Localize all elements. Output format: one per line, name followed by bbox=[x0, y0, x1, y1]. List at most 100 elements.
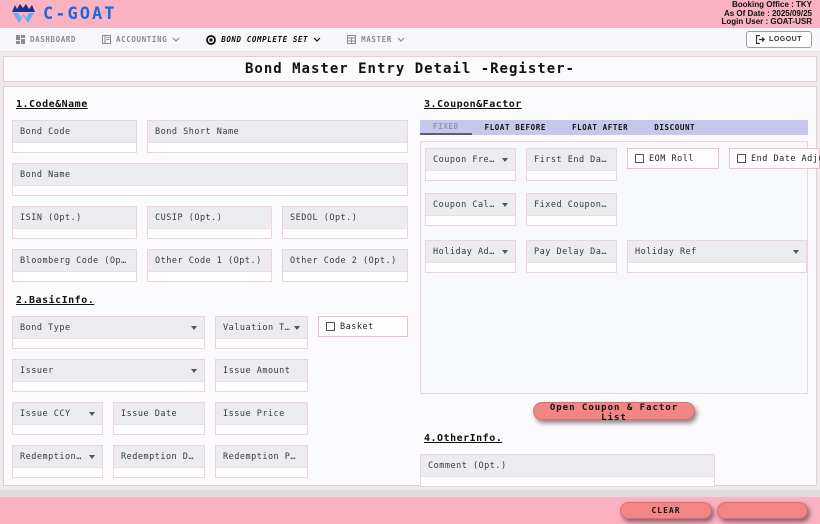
field-cusip: CUSIP (Opt.) bbox=[147, 206, 272, 239]
bond-type-select[interactable]: Bond Type bbox=[13, 317, 204, 339]
issue-amount-input[interactable] bbox=[216, 382, 307, 391]
page-title: Bond Master Entry Detail -Register- bbox=[245, 61, 575, 77]
issue-price-input[interactable] bbox=[216, 425, 307, 434]
open-button-row: Open Coupon & Factor List bbox=[420, 402, 808, 420]
field-redemption-type: Redemption Ty… bbox=[12, 445, 103, 478]
form-row: Bond Name bbox=[12, 163, 408, 196]
nav-item-bond-complete-set[interactable]: BOND COMPLETE SET bbox=[206, 35, 321, 45]
form-row: Bond Code Bond Short Name bbox=[12, 120, 408, 153]
field-label: SEDOL (Opt.) bbox=[290, 213, 357, 223]
eom-roll-checkbox[interactable]: EOM Roll bbox=[627, 148, 719, 169]
dropdown-caret-icon bbox=[502, 250, 508, 254]
field-first-end-date: First End Date bbox=[526, 148, 617, 181]
sedol-input[interactable] bbox=[283, 229, 407, 238]
cusip-input[interactable] bbox=[148, 229, 271, 238]
field-label: Issue Price bbox=[223, 409, 285, 419]
field-issue-ccy: Issue CCY bbox=[12, 402, 103, 435]
page-body: Bond Master Entry Detail -Register- 1.Co… bbox=[0, 52, 820, 490]
field-label: Redemption Price bbox=[223, 452, 300, 462]
field-label: First End Date bbox=[534, 155, 609, 165]
field-label: CUSIP (Opt.) bbox=[155, 213, 222, 223]
dropdown-caret-icon bbox=[502, 158, 508, 162]
bloomberg-code-input[interactable] bbox=[13, 272, 136, 281]
other-code-2-input[interactable] bbox=[283, 272, 407, 281]
coupon-calc-type-select[interactable]: Coupon Calc T… bbox=[426, 194, 515, 216]
checkbox-icon bbox=[737, 154, 746, 163]
tab-float-after[interactable]: FLOAT AFTER bbox=[559, 120, 641, 135]
nav-item-accounting[interactable]: ACCOUNTING bbox=[102, 35, 180, 44]
holiday-adjust-select[interactable]: Holiday Adjust bbox=[426, 241, 515, 263]
pay-delay-days-input[interactable] bbox=[527, 263, 616, 272]
field-coupon-calc-type: Coupon Calc T… bbox=[425, 193, 516, 226]
app-header: C-GOAT Booking Office : TKY As Of Date :… bbox=[0, 0, 820, 28]
clear-button[interactable]: CLEAR bbox=[620, 502, 712, 519]
field-label: Other Code 2 (Opt.) bbox=[290, 256, 397, 266]
issue-date-input[interactable] bbox=[114, 425, 204, 434]
tab-fixed[interactable]: FIXED bbox=[420, 120, 472, 135]
section-title-coupon-factor: 3.Coupon&Factor bbox=[424, 99, 808, 110]
session-info: Booking Office : TKY As Of Date : 2025/0… bbox=[721, 1, 812, 27]
right-column: 3.Coupon&Factor FIXED FLOAT BEFORE FLOAT… bbox=[420, 95, 808, 477]
field-label: Coupon Freque… bbox=[433, 155, 498, 165]
field-label: Pay Delay Days bbox=[534, 247, 609, 257]
redemption-type-select[interactable]: Redemption Ty… bbox=[13, 446, 102, 468]
holiday-ref-select[interactable]: Holiday Ref bbox=[628, 241, 806, 263]
field-label: Comment (Opt.) bbox=[428, 461, 507, 471]
form-row: Issuer Issue Amount bbox=[12, 359, 408, 392]
app-logo-text: C-GOAT bbox=[43, 4, 116, 24]
field-holiday-adjust: Holiday Adjust bbox=[425, 240, 516, 273]
bond-short-name-input[interactable] bbox=[148, 143, 407, 152]
basket-checkbox[interactable]: Basket bbox=[318, 316, 408, 337]
register-button[interactable] bbox=[717, 502, 808, 519]
comment-input[interactable] bbox=[421, 477, 714, 486]
valuation-type-select[interactable]: Valuation Type bbox=[216, 317, 307, 339]
field-label: Holiday Adjust bbox=[433, 247, 498, 257]
coupon-tabbar: FIXED FLOAT BEFORE FLOAT AFTER DISCOUNT bbox=[420, 120, 808, 135]
field-valuation-type: Valuation Type bbox=[215, 316, 308, 349]
form-row: Bond Type Valuation Type Basket bbox=[12, 316, 408, 349]
field-redemption-price: Redemption Price bbox=[215, 445, 308, 478]
other-code-1-input[interactable] bbox=[148, 272, 271, 281]
field-other-code-1: Other Code 1 (Opt.) bbox=[147, 249, 272, 282]
logout-button[interactable]: LOGOUT bbox=[746, 31, 812, 48]
nav-item-master[interactable]: MASTER bbox=[347, 35, 405, 44]
field-holiday-ref: Holiday Ref bbox=[627, 240, 807, 273]
section-title-basic-info: 2.BasicInfo. bbox=[16, 295, 408, 306]
nav-item-dashboard[interactable]: DASHBOARD bbox=[16, 35, 76, 44]
field-label: Holiday Ref bbox=[635, 247, 697, 257]
bond-name-input[interactable] bbox=[13, 186, 407, 195]
redemption-price-input[interactable] bbox=[216, 468, 307, 477]
field-fixed-coupon-rate: Fixed Coupon Rate bbox=[526, 193, 617, 226]
checkbox-label: Basket bbox=[340, 322, 374, 332]
open-coupon-factor-list-button[interactable]: Open Coupon & Factor List bbox=[533, 402, 695, 420]
tab-float-before[interactable]: FLOAT BEFORE bbox=[472, 120, 559, 135]
login-user-text: Login User : GOAT-USR bbox=[721, 18, 812, 27]
dashboard-icon bbox=[16, 35, 25, 44]
checkbox-icon bbox=[326, 322, 335, 331]
field-label: Bond Type bbox=[20, 323, 71, 333]
isin-input[interactable] bbox=[13, 229, 136, 238]
field-issue-amount: Issue Amount bbox=[215, 359, 308, 392]
first-end-date-input[interactable] bbox=[527, 171, 616, 180]
tab-discount[interactable]: DISCOUNT bbox=[641, 120, 708, 135]
form-row: Comment (Opt.) bbox=[420, 454, 808, 487]
form-row: Issue CCY Issue Date Issue Price bbox=[12, 402, 408, 435]
chevron-down-icon bbox=[313, 37, 321, 42]
field-other-code-2: Other Code 2 (Opt.) bbox=[282, 249, 408, 282]
issue-ccy-select[interactable]: Issue CCY bbox=[13, 403, 102, 425]
fixed-coupon-rate-input[interactable] bbox=[527, 216, 616, 225]
field-label: Issue Date bbox=[121, 409, 177, 419]
chevron-down-icon bbox=[172, 37, 180, 42]
issuer-select[interactable]: Issuer bbox=[13, 360, 204, 382]
action-footer: CLEAR bbox=[0, 497, 820, 524]
field-bond-code: Bond Code bbox=[12, 120, 137, 153]
redemption-date-input[interactable] bbox=[114, 468, 204, 477]
end-date-adjust-checkbox[interactable]: End Date Adjust bbox=[729, 148, 820, 169]
bond-code-input[interactable] bbox=[13, 143, 136, 152]
checkbox-icon bbox=[635, 154, 644, 163]
footer-shadow-band bbox=[0, 490, 820, 497]
form-row: Bloomberg Code (Opt.) Other Code 1 (Opt.… bbox=[12, 249, 408, 282]
form-row: ISIN (Opt.) CUSIP (Opt.) SEDOL (Opt.) bbox=[12, 206, 408, 239]
coupon-frequency-select[interactable]: Coupon Freque… bbox=[426, 149, 515, 171]
field-isin: ISIN (Opt.) bbox=[12, 206, 137, 239]
